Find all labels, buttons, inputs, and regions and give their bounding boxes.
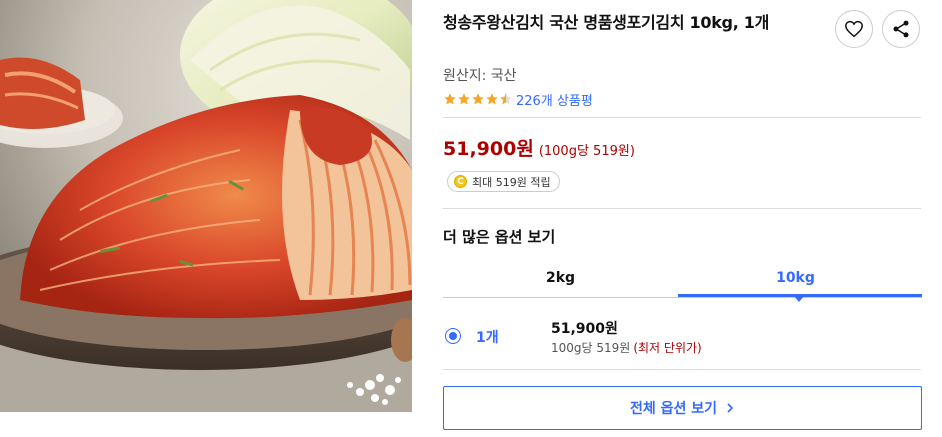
tab-2kg[interactable]: 2kg	[443, 258, 678, 298]
reward-points-label: 최대 519원 적립	[472, 175, 551, 189]
option-row[interactable]: 1개 51,900원 100g당 519원 (최저 단위가)	[443, 312, 922, 362]
product-info-panel: 청송주왕산김치 국산 명품생포기김치 10kg, 1개 원산지: 국산 226개…	[443, 0, 923, 437]
option-price: 51,900원	[551, 321, 618, 337]
lowest-unit-price-tag: (최저 단위가)	[633, 341, 702, 355]
option-unit-price-text: 100g당 519원	[551, 341, 631, 355]
price-row: 51,900원 (100g당 519원)	[443, 134, 635, 161]
star-icon	[458, 93, 470, 105]
star-half-icon	[500, 93, 512, 105]
star-icon	[486, 93, 498, 105]
option-tabs: 2kg 10kg	[443, 258, 922, 302]
coin-icon: C	[454, 175, 467, 188]
star-icon	[472, 93, 484, 105]
option-radio[interactable]	[445, 328, 461, 344]
divider	[443, 117, 921, 118]
heart-icon	[845, 20, 863, 38]
kimchi-photo	[0, 0, 412, 412]
option-unit-price: 100g당 519원 (최저 단위가)	[551, 339, 702, 356]
wishlist-button[interactable]	[835, 10, 873, 48]
share-icon	[893, 20, 909, 38]
star-rating	[443, 92, 513, 106]
product-image[interactable]	[0, 0, 412, 412]
tab-10kg[interactable]: 10kg	[678, 258, 913, 298]
share-button[interactable]	[882, 10, 920, 48]
review-count-link[interactable]: 226개 상품평	[516, 90, 593, 109]
reward-points-badge: C 최대 519원 적립	[447, 171, 560, 192]
unit-price: (100g당 519원)	[538, 144, 635, 159]
chevron-right-icon	[727, 403, 734, 413]
rating-row[interactable]: 226개 상품평	[443, 90, 593, 109]
origin-label: 원산지: 국산	[443, 68, 517, 84]
sale-price: 51,900원	[443, 138, 534, 160]
option-quantity: 1개	[476, 330, 499, 346]
radio-selected-dot	[449, 332, 457, 340]
view-all-options-button[interactable]: 전체 옵션 보기	[443, 386, 922, 430]
divider	[443, 208, 921, 209]
caret-down-icon	[794, 296, 804, 302]
more-options-heading: 더 많은 옵션 보기	[443, 228, 556, 246]
product-title: 청송주왕산김치 국산 명품생포기김치 10kg, 1개	[443, 13, 769, 32]
divider	[443, 369, 921, 370]
star-icon	[444, 93, 456, 105]
view-all-options-label: 전체 옵션 보기	[629, 401, 718, 417]
